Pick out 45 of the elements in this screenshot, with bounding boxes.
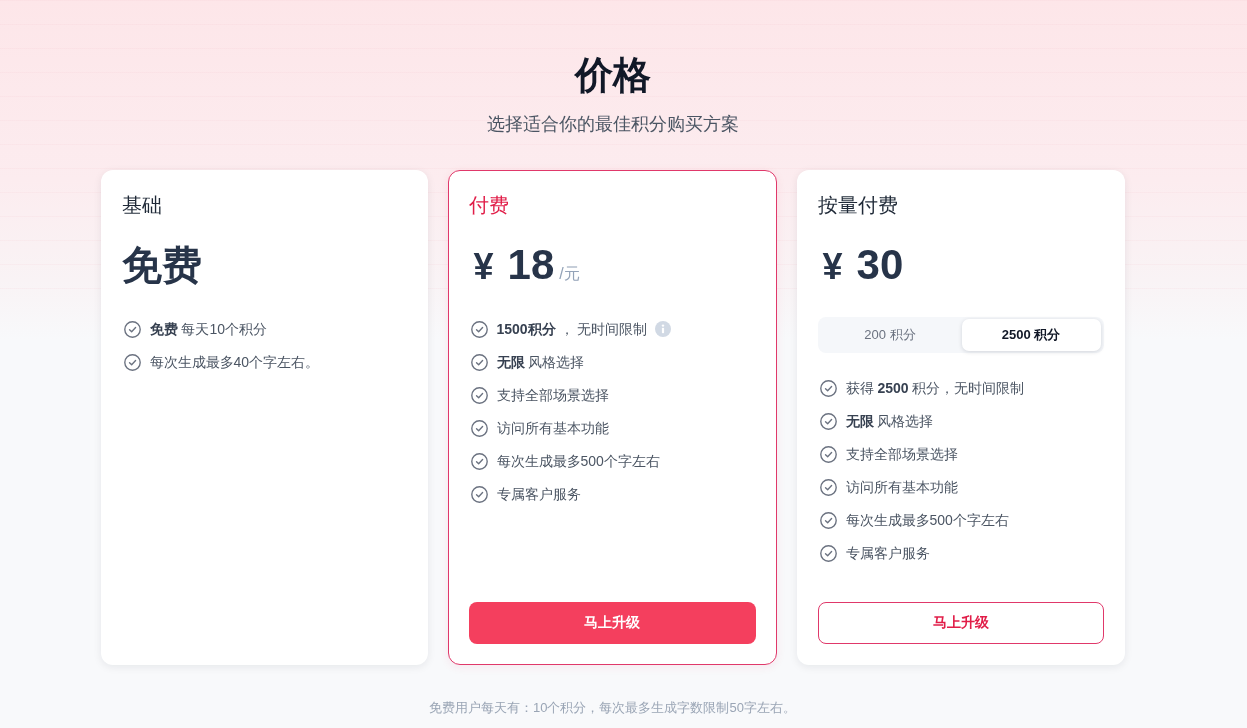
feature-text: 支持全部场景选择	[845, 445, 958, 464]
feature-text: 支持全部场景选择	[496, 386, 609, 405]
check-circle-icon	[470, 419, 488, 437]
feature-text: 访问所有基本功能	[496, 419, 609, 438]
footnote: 免费用户每天有：10个积分，每次最多生成字数限制50字左右。	[429, 699, 796, 717]
upgrade-button[interactable]: 马上升级	[468, 602, 756, 644]
upgrade-button[interactable]: 马上升级	[817, 602, 1104, 644]
check-circle-icon	[819, 379, 837, 397]
check-circle-icon	[470, 320, 488, 338]
feature-text: 无限 风格选择	[496, 353, 585, 372]
check-circle-icon	[819, 445, 837, 463]
price-amount: 18	[507, 241, 555, 289]
check-circle-icon	[470, 353, 488, 371]
credit-option-tab[interactable]: 200 积分	[820, 319, 960, 351]
feature-text: 免费 每天10个积分	[149, 320, 267, 339]
plan-name: 基础	[121, 193, 163, 218]
plan-name: 按量付费	[817, 193, 899, 218]
check-circle-icon	[123, 320, 141, 338]
check-circle-icon	[819, 412, 837, 430]
price-unit: /元	[559, 264, 580, 284]
check-circle-icon	[470, 452, 488, 470]
feature-text: 每次生成最多500个字左右	[845, 511, 1009, 530]
feature-text: 无限 风格选择	[845, 412, 934, 431]
price-amount: 30	[856, 241, 904, 289]
feature-text: 每次生成最多40个字左右。	[149, 353, 320, 372]
feature-text: 专属客户服务	[496, 485, 581, 504]
plan-name: 付费	[468, 193, 510, 218]
price-text: 免费	[121, 242, 202, 289]
feature-text: 专属客户服务	[845, 544, 930, 563]
feature-text: 访问所有基本功能	[845, 478, 958, 497]
check-circle-icon	[123, 353, 141, 371]
credit-option-tab[interactable]: 2500 积分	[961, 319, 1101, 351]
page-subtitle: 选择适合你的最佳积分购买方案	[486, 113, 739, 136]
check-circle-icon	[819, 511, 837, 529]
check-circle-icon	[470, 485, 488, 503]
feature-text: 每次生成最多500个字左右	[496, 452, 660, 471]
currency-symbol: ¥	[822, 245, 843, 289]
check-circle-icon	[819, 544, 837, 562]
info-icon[interactable]	[655, 321, 672, 337]
check-circle-icon	[470, 386, 488, 404]
feature-text: 获得 2500 积分，无时间限制	[845, 379, 1025, 398]
check-circle-icon	[819, 478, 837, 496]
page-title: 价格	[574, 53, 651, 98]
feature-text: 1500积分 ， 无时间限制	[496, 320, 648, 339]
currency-symbol: ¥	[473, 245, 494, 289]
